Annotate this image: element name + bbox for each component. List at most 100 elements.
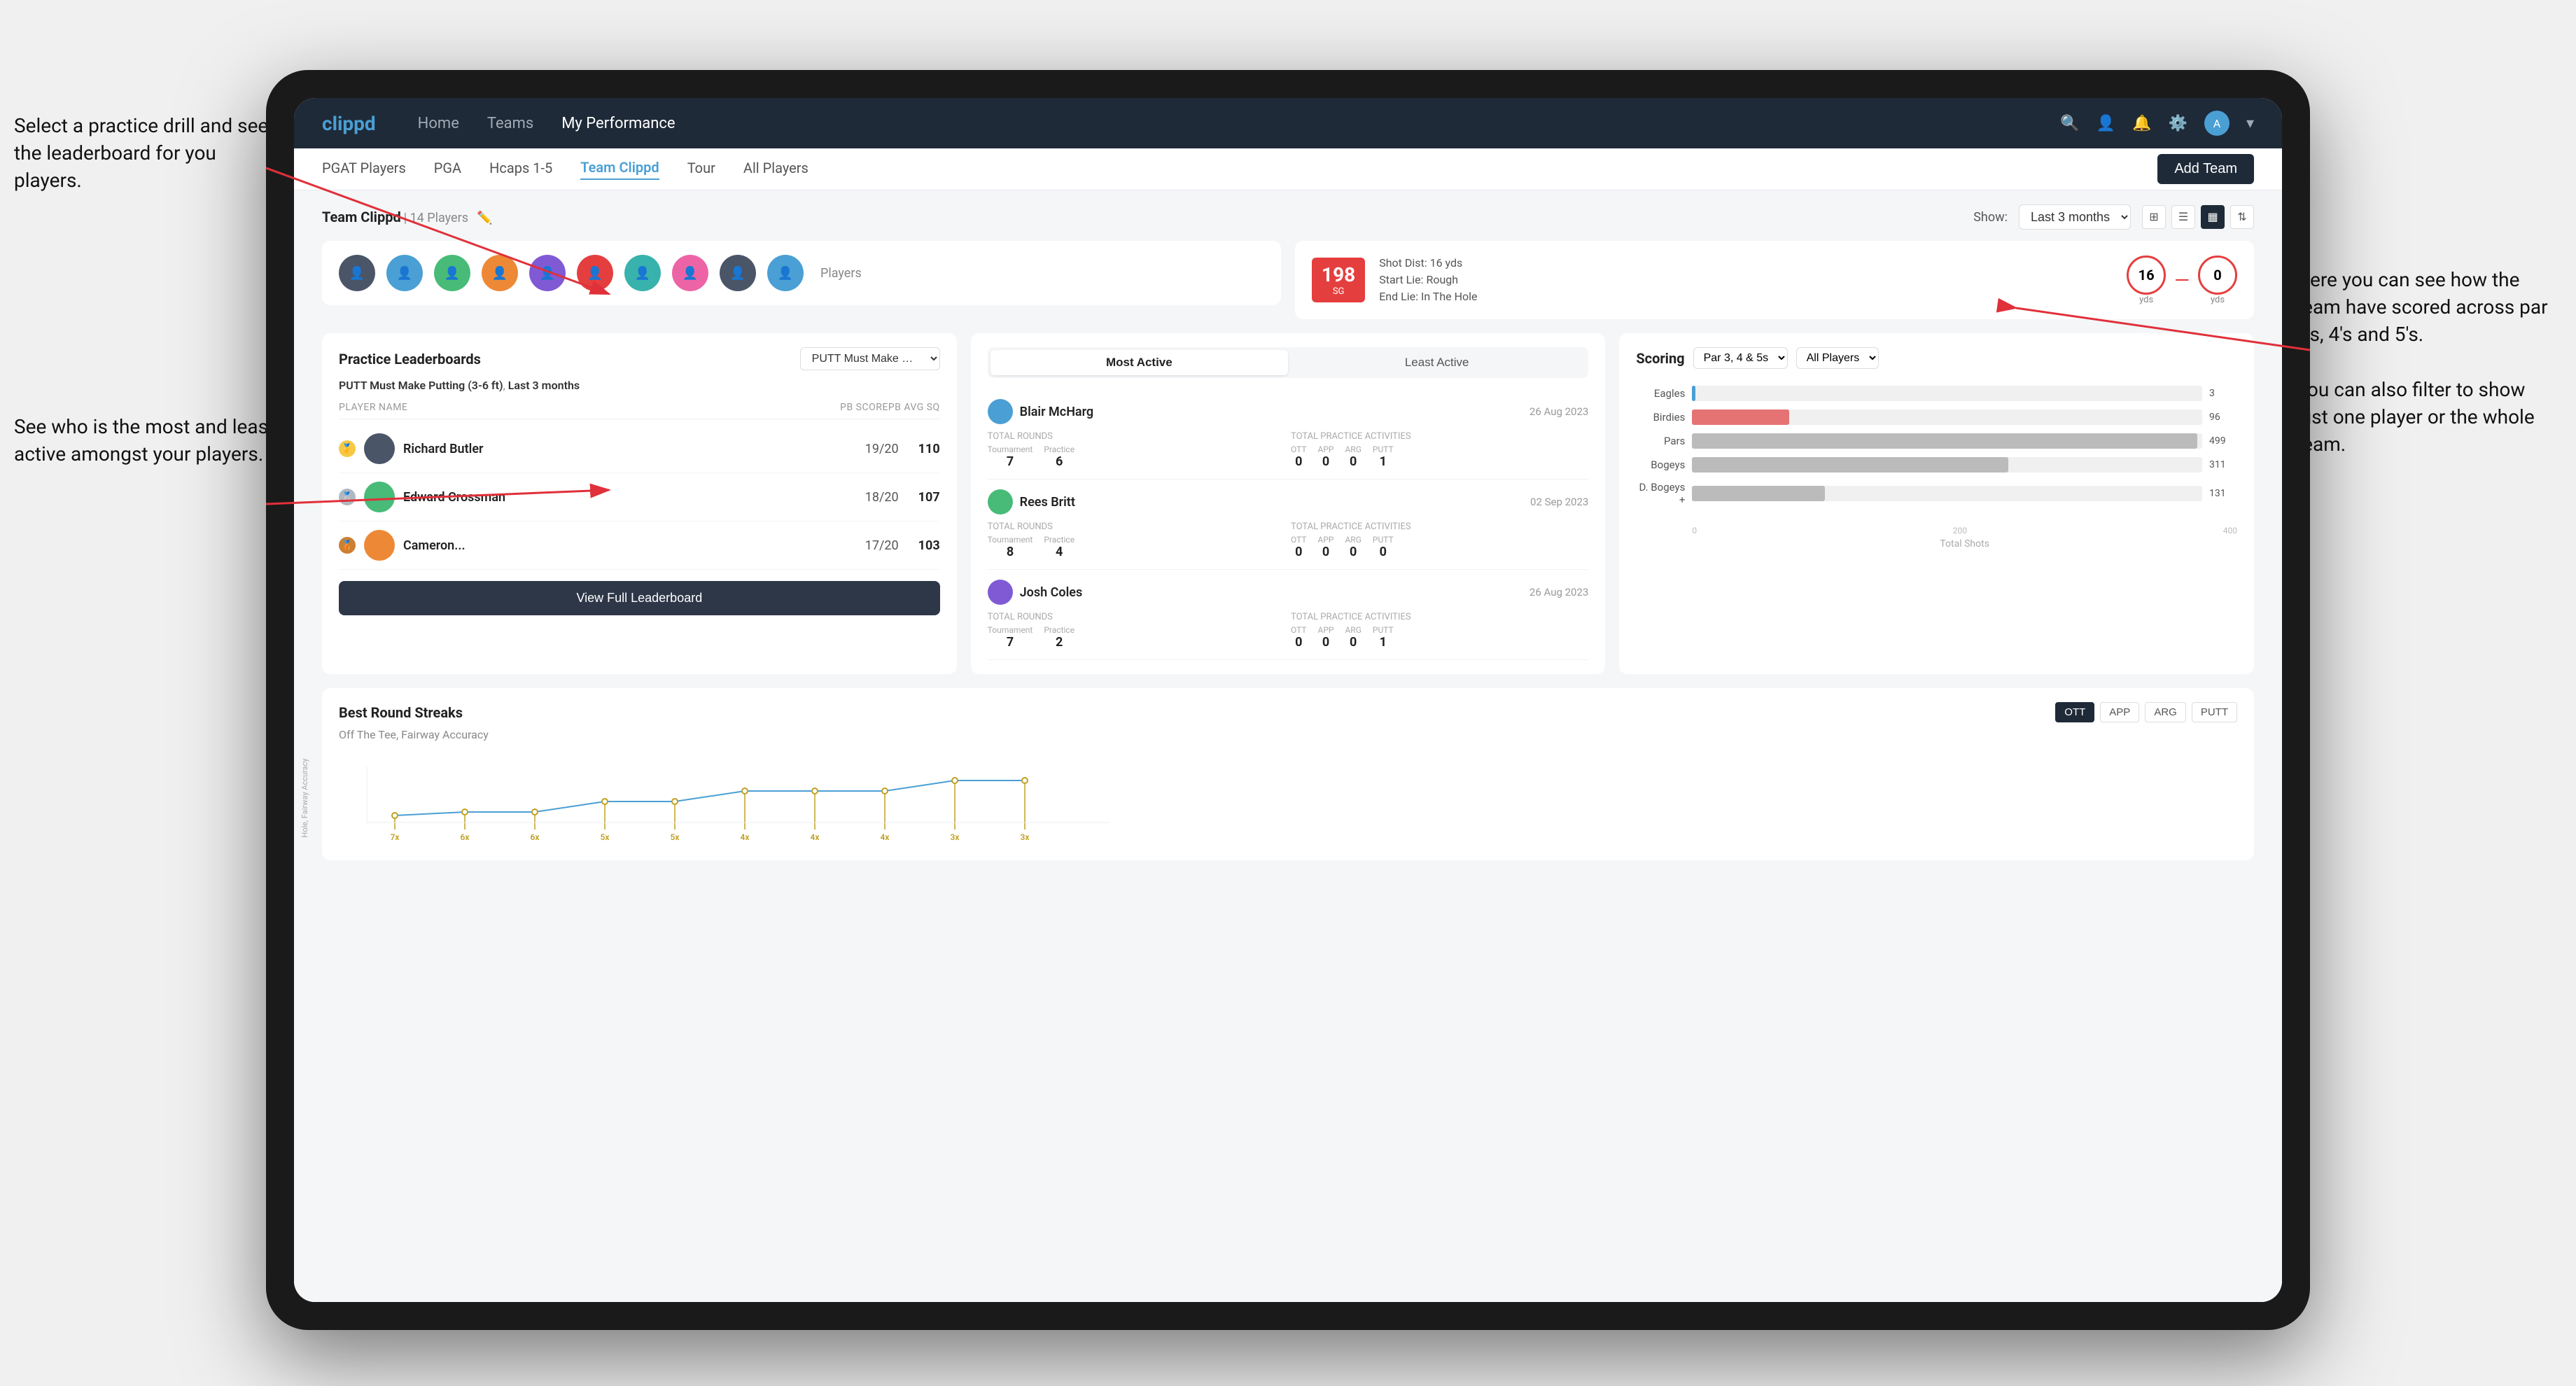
lb-player-name-1: Richard Butler bbox=[403, 442, 857, 456]
streak-header: Best Round Streaks OTT APP ARG PUTT bbox=[339, 702, 2237, 722]
lb-player-score-1: 19/20 bbox=[865, 442, 899, 456]
lb-row-2[interactable]: 🥈 Edward Crossman 18/20 107 bbox=[339, 473, 940, 522]
rank-badge-3: 🥉 bbox=[339, 537, 356, 554]
player-avatar-3[interactable]: 👤 bbox=[434, 255, 470, 291]
tablet-screen: clippd Home Teams My Performance 🔍 👤 🔔 ⚙… bbox=[294, 98, 2282, 1302]
main-three-col: Practice Leaderboards PUTT Must Make Put… bbox=[322, 333, 2254, 674]
bar-fill-pars bbox=[1692, 433, 2197, 449]
streak-filters: OTT APP ARG PUTT bbox=[2055, 702, 2237, 722]
bar-track-double-bogeys bbox=[1692, 486, 2202, 501]
bar-track-bogeys bbox=[1692, 457, 2202, 472]
tab-team-clippd[interactable]: Team Clippd bbox=[580, 159, 659, 180]
bar-fill-eagles bbox=[1692, 386, 1695, 401]
view-icons: ⊞ ☰ ▦ ⇅ bbox=[2142, 205, 2254, 229]
shot-distance-badge: 198 bbox=[1322, 263, 1355, 286]
streak-filter-ott[interactable]: OTT bbox=[2055, 702, 2094, 722]
annotation-bottom-left: See who is the most and least active amo… bbox=[14, 413, 280, 468]
card-view-button[interactable]: ▦ bbox=[2201, 205, 2225, 229]
drill-select[interactable]: PUTT Must Make Putting... bbox=[800, 347, 940, 370]
streak-title: Best Round Streaks bbox=[339, 704, 463, 721]
navbar-link-teams[interactable]: Teams bbox=[487, 115, 533, 132]
svg-text:4x: 4x bbox=[741, 832, 750, 842]
shot-circles: 16 yds — 0 yds bbox=[2127, 255, 2237, 305]
streak-filter-arg[interactable]: ARG bbox=[2145, 702, 2186, 722]
settings-icon[interactable]: ⚙️ bbox=[2169, 115, 2188, 132]
view-full-leaderboard-button[interactable]: View Full Leaderboard bbox=[339, 581, 940, 615]
tab-all-players[interactable]: All Players bbox=[743, 160, 808, 179]
person-icon[interactable]: 👤 bbox=[2096, 115, 2115, 132]
player-avatar-5[interactable]: 👤 bbox=[529, 255, 566, 291]
lb-player-avg-3: 103 bbox=[918, 538, 940, 553]
bar-fill-birdies bbox=[1692, 410, 1788, 425]
activity-date-1: 26 Aug 2023 bbox=[1530, 405, 1588, 418]
player-activity-blair: Blair McHarg 26 Aug 2023 Total Rounds To… bbox=[988, 389, 1589, 479]
sort-button[interactable]: ⇅ bbox=[2230, 205, 2254, 229]
annotation-top-left: Select a practice drill and see the lead… bbox=[14, 112, 280, 195]
bar-fill-double-bogeys bbox=[1692, 486, 1824, 501]
player-avatar-10[interactable]: 👤 bbox=[767, 255, 804, 291]
navbar: clippd Home Teams My Performance 🔍 👤 🔔 ⚙… bbox=[294, 98, 2282, 148]
most-active-card: Most Active Least Active Blair McHarg 26… bbox=[971, 333, 1606, 674]
list-view-button[interactable]: ☰ bbox=[2171, 205, 2195, 229]
least-active-toggle[interactable]: Least Active bbox=[1288, 350, 1586, 375]
lb-row-3[interactable]: 🥉 Cameron... 17/20 103 bbox=[339, 522, 940, 570]
lb-player-avatar-3 bbox=[364, 530, 395, 561]
tab-pga[interactable]: PGA bbox=[434, 160, 461, 179]
activity-name-2: Rees Britt bbox=[1020, 495, 1075, 510]
lb-player-avatar-1 bbox=[364, 433, 395, 464]
show-period-select[interactable]: Last 3 months Last 6 months Last year bbox=[2019, 204, 2131, 230]
bar-fill-bogeys bbox=[1692, 457, 2008, 472]
lb-row-1[interactable]: 🥇 Richard Butler 19/20 110 bbox=[339, 425, 940, 473]
most-active-toggle[interactable]: Most Active bbox=[990, 350, 1288, 375]
lb-player-score-2: 18/20 bbox=[865, 490, 899, 505]
bar-track-pars bbox=[1692, 433, 2202, 449]
leaderboard-card-header: Practice Leaderboards PUTT Must Make Put… bbox=[339, 347, 940, 370]
player-avatar-4[interactable]: 👤 bbox=[482, 255, 518, 291]
navbar-links: Home Teams My Performance bbox=[418, 115, 2061, 132]
user-avatar[interactable]: A bbox=[2204, 111, 2230, 136]
navbar-link-performance[interactable]: My Performance bbox=[561, 115, 675, 132]
tab-tour[interactable]: Tour bbox=[687, 160, 715, 179]
bar-row-eagles: Eagles 3 bbox=[1636, 386, 2237, 401]
team-title: Team Clippd | 14 Players ✏️ bbox=[322, 209, 492, 225]
rank-badge-2: 🥈 bbox=[339, 489, 356, 505]
streak-subtitle: Off The Tee, Fairway Accuracy bbox=[339, 728, 2237, 741]
tab-hcaps[interactable]: Hcaps 1-5 bbox=[489, 160, 552, 179]
scoring-player-filter[interactable]: All Players bbox=[1796, 347, 1879, 369]
bar-label-double-bogeys: D. Bogeys + bbox=[1636, 481, 1685, 506]
annotation-right: Here you can see how the team have score… bbox=[2296, 266, 2562, 458]
subnav: PGAT Players PGA Hcaps 1-5 Team Clippd T… bbox=[294, 148, 2282, 190]
player-avatar-9[interactable]: 👤 bbox=[720, 255, 756, 291]
activity-stats-3: Total Rounds Tournament 7 Practice 2 bbox=[988, 612, 1589, 650]
streak-filter-app[interactable]: APP bbox=[2100, 702, 2139, 722]
add-team-button[interactable]: Add Team bbox=[2157, 154, 2254, 184]
leaderboard-subtitle: PUTT Must Make Putting (3-6 ft), Last 3 … bbox=[339, 379, 940, 392]
player-avatar-8[interactable]: 👤 bbox=[672, 255, 708, 291]
search-icon[interactable]: 🔍 bbox=[2060, 115, 2079, 132]
leaderboard-title: Practice Leaderboards bbox=[339, 351, 481, 368]
player-avatar-1[interactable]: 👤 bbox=[339, 255, 375, 291]
bell-icon[interactable]: 🔔 bbox=[2132, 115, 2151, 132]
lb-player-score-3: 17/20 bbox=[865, 538, 899, 553]
player-avatar-6[interactable]: 👤 bbox=[577, 255, 613, 291]
navbar-brand: clippd bbox=[322, 112, 376, 135]
grid-view-button[interactable]: ⊞ bbox=[2142, 205, 2166, 229]
lb-player-name-3: Cameron... bbox=[403, 538, 857, 553]
lb-player-name-2: Edward Crossman bbox=[403, 490, 857, 505]
svg-text:7x: 7x bbox=[391, 832, 400, 842]
chevron-down-icon[interactable]: ▾ bbox=[2246, 115, 2254, 132]
rank-badge-1: 🥇 bbox=[339, 440, 356, 457]
bar-row-birdies: Birdies 96 bbox=[1636, 410, 2237, 425]
tab-pgat-players[interactable]: PGAT Players bbox=[322, 160, 406, 179]
bar-label-pars: Pars bbox=[1636, 435, 1685, 447]
show-label: Show: bbox=[1973, 210, 2008, 225]
svg-text:4x: 4x bbox=[881, 832, 890, 842]
lb-player-avg-2: 107 bbox=[918, 490, 940, 505]
scoring-par-filter[interactable]: Par 3, 4 & 5s Par 3s Par 4s Par 5s bbox=[1693, 347, 1788, 369]
svg-text:6x: 6x bbox=[531, 832, 540, 842]
player-avatar-2[interactable]: 👤 bbox=[386, 255, 423, 291]
streak-filter-putt[interactable]: PUTT bbox=[2192, 702, 2237, 722]
edit-icon[interactable]: ✏️ bbox=[477, 211, 492, 225]
player-avatar-7[interactable]: 👤 bbox=[624, 255, 661, 291]
navbar-link-home[interactable]: Home bbox=[418, 115, 459, 132]
